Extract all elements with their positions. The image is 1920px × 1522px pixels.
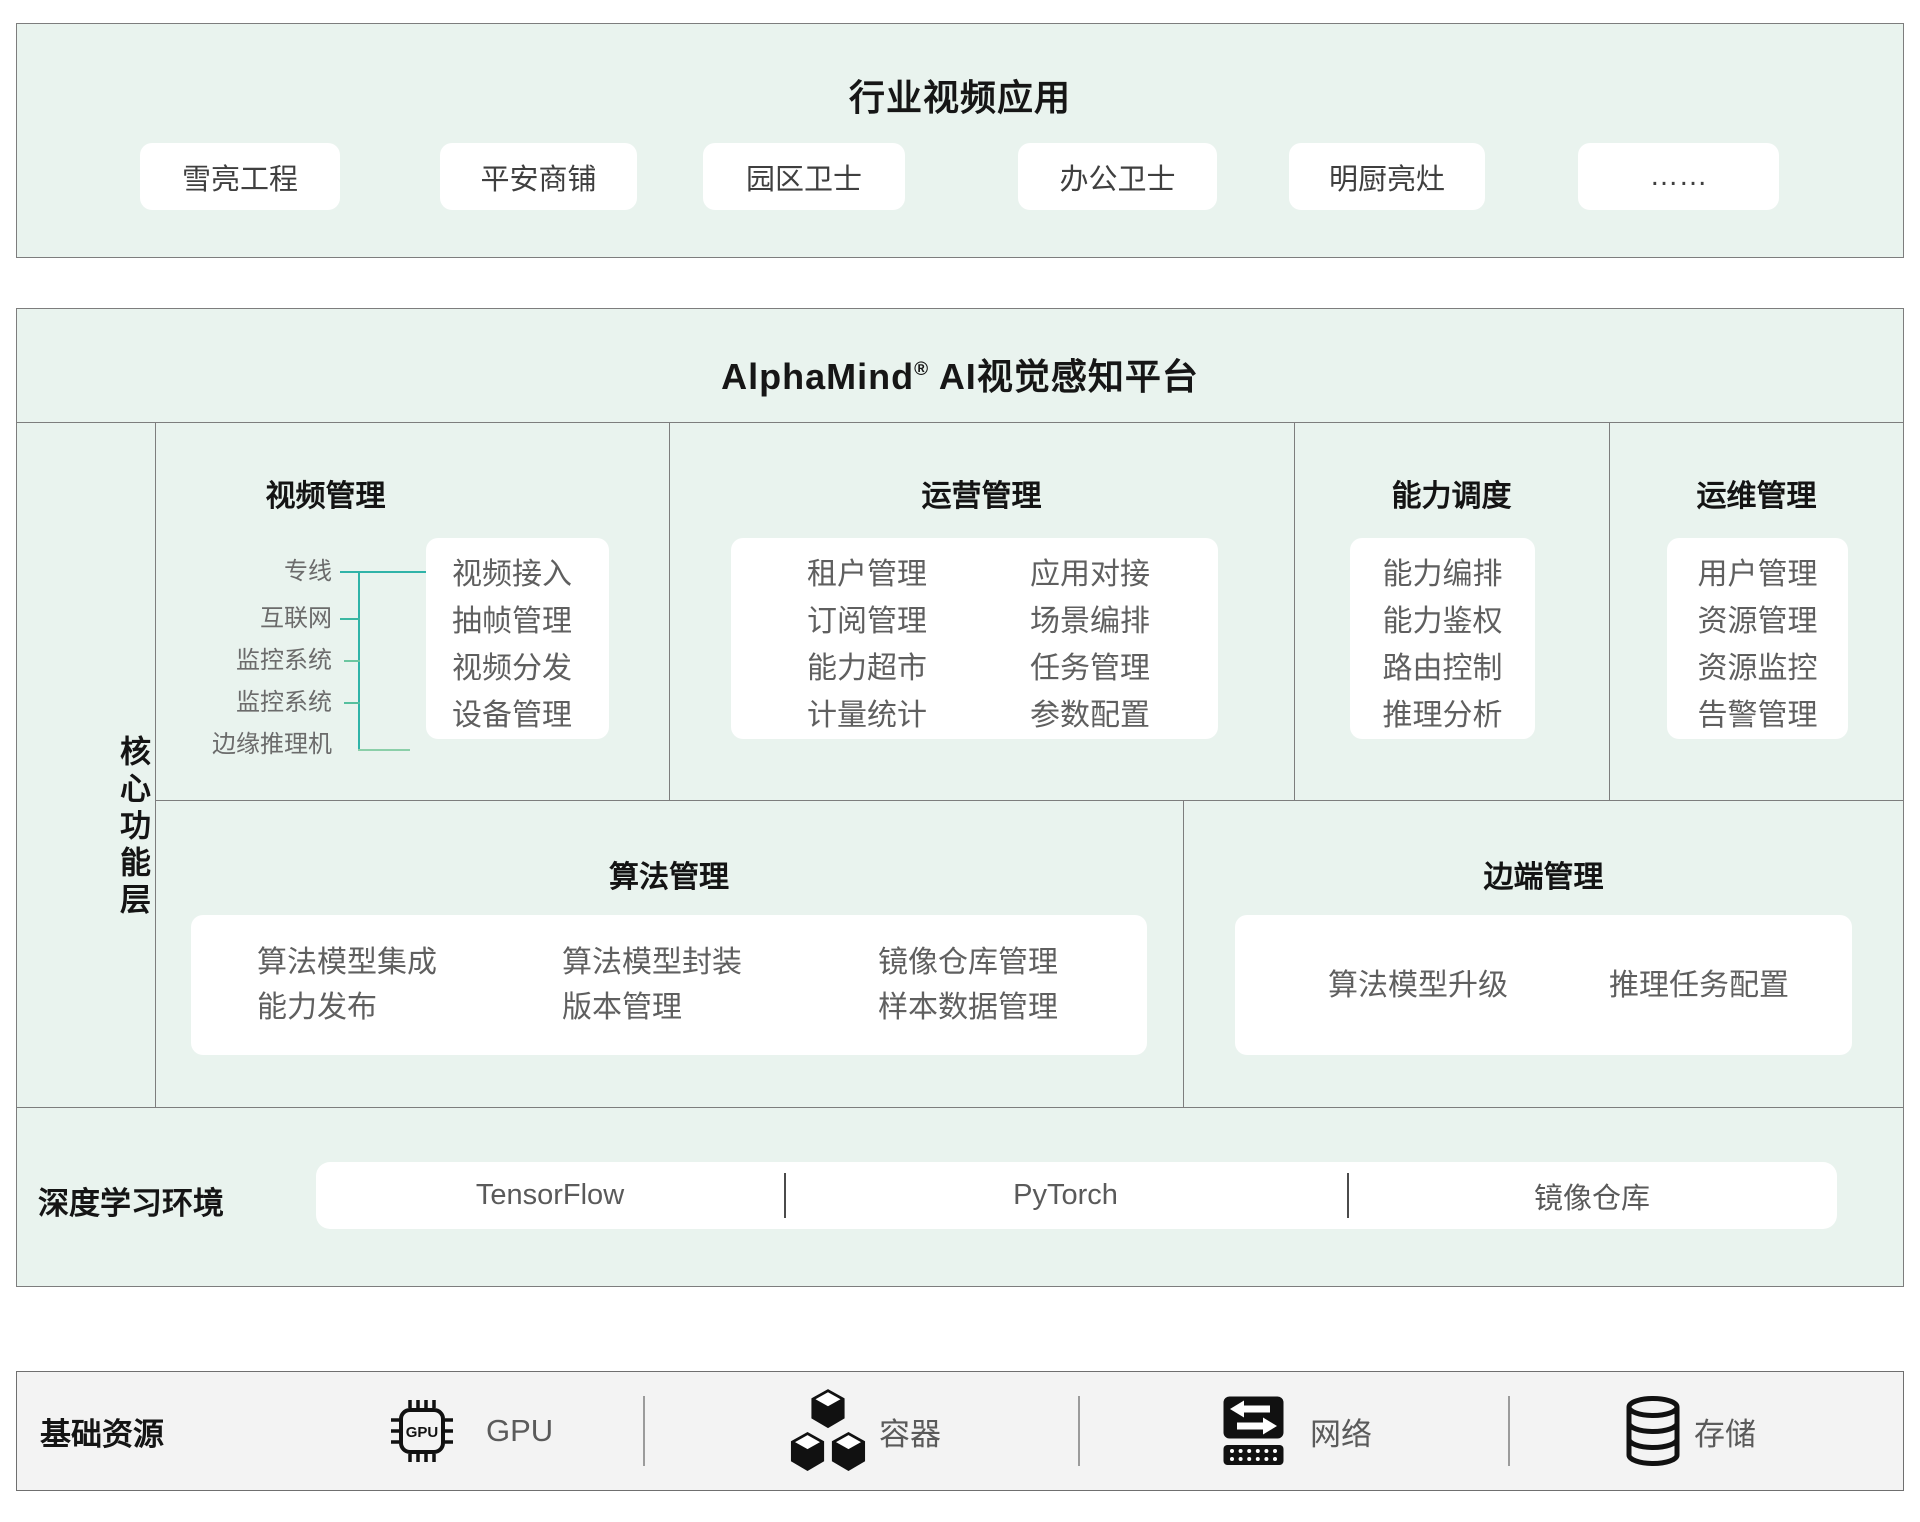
app-chip-bangong: 办公卫士 [1018,143,1217,210]
ops-item: 租户管理 [807,559,927,590]
infra-storage-group: 存储 [1624,1371,1756,1491]
algo-title: 算法管理 [155,858,1183,898]
grid-hline-title [16,422,1904,423]
infra-divider-2 [1078,1396,1080,1466]
dl-divider-2 [1347,1173,1349,1218]
grid-hline-row1 [155,800,1904,801]
infra-resource-label: 容器 [879,1409,941,1454]
sched-item: 路由控制 [1383,653,1503,684]
platform-section [16,308,1904,1287]
container-boxes-icon [789,1389,867,1473]
infra-resource-label: GPU [486,1413,553,1449]
infra-gpu-group: GPU GPU [390,1371,553,1491]
edge-item: 推理任务配置 [1609,970,1789,1001]
ops-item: 参数配置 [1030,700,1150,731]
ops-item: 订阅管理 [807,606,927,637]
grid-hline-row2 [16,1107,1904,1108]
om-title: 运维管理 [1609,477,1904,517]
platform-title: AlphaMind® AI视觉感知平台 [0,348,1920,400]
video-source-monitor1: 监控系统 [150,645,332,677]
gpu-chip-text: GPU [406,1424,439,1441]
infra-container-group: 容器 [789,1371,941,1491]
ops-mgmt-card: 租户管理 订阅管理 能力超市 计量统计 应用对接 场景编排 任务管理 参数配置 [731,538,1218,739]
om-item: 用户管理 [1698,559,1818,590]
grid-vline-sidecol [155,422,156,1107]
platform-name: AI视觉感知平台 [939,356,1199,397]
sched-item: 能力编排 [1383,559,1503,590]
video-mgmt-title: 视频管理 [155,477,496,517]
om-item: 告警管理 [1698,700,1818,731]
dl-divider-1 [784,1173,786,1218]
video-item: 抽帧管理 [452,606,609,637]
infra-divider-1 [643,1396,645,1466]
architecture-diagram: 行业视频应用 雪亮工程 平安商铺 园区卫士 办公卫士 明厨亮灶 …… Alpha… [0,0,1920,1522]
registered-mark: ® [914,359,929,380]
core-layer-label: 核心功能层 [16,422,155,1107]
app-chip-mingchu: 明厨亮灶 [1289,143,1485,210]
grid-vline-algo-edge [1183,800,1184,1107]
video-item: 设备管理 [452,700,609,731]
video-mgmt-card: 视频接入 抽帧管理 视频分发 设备管理 [426,538,609,739]
infra-resource-label: 网络 [1310,1409,1372,1454]
video-source-edge: 边缘推理机 [150,729,332,761]
app-chip-yuanqu: 园区卫士 [703,143,905,210]
app-chip-pingan: 平安商铺 [440,143,637,210]
connector-line-4 [344,702,360,704]
ops-item: 应用对接 [1030,559,1150,590]
platform-brand: AlphaMind [721,356,914,397]
app-chip-more: …… [1578,143,1779,210]
sched-item: 能力鉴权 [1383,606,1503,637]
connector-line-3 [344,660,360,662]
sched-item: 推理分析 [1383,700,1503,731]
video-item: 视频接入 [452,559,609,590]
infra-network-group: 网络 [1222,1371,1372,1491]
dl-env-bar: TensorFlow PyTorch 镜像仓库 [316,1162,1837,1229]
dl-framework-registry: 镜像仓库 [1347,1162,1837,1229]
om-card: 用户管理 资源管理 资源监控 告警管理 [1667,538,1848,739]
ops-item: 能力超市 [807,653,927,684]
dl-framework-tensorflow: TensorFlow [316,1162,784,1229]
video-item: 视频分发 [452,653,609,684]
algo-item: 算法模型封装 [562,947,742,978]
connector-line-2 [340,618,360,620]
algo-item: 算法模型集成 [257,947,437,978]
ops-item: 场景编排 [1030,606,1150,637]
storage-database-icon [1624,1395,1682,1467]
connector-line-5 [358,749,410,751]
algo-card: 算法模型集成 能力发布 算法模型封装 版本管理 镜像仓库管理 样本数据管理 [191,915,1147,1055]
algo-item: 镜像仓库管理 [878,947,1058,978]
dl-env-label: 深度学习环境 [38,1178,224,1223]
infra-title-group: 基础资源 [40,1371,164,1491]
algo-item: 版本管理 [562,992,742,1023]
algo-item: 能力发布 [257,992,437,1023]
edge-item: 算法模型升级 [1328,970,1508,1001]
infra-divider-3 [1508,1396,1510,1466]
edge-title: 边端管理 [1183,858,1904,898]
infrastructure-section [16,1371,1904,1491]
om-item: 资源监控 [1698,653,1818,684]
app-chip-xueliang: 雪亮工程 [140,143,340,210]
connector-line-1 [340,571,426,573]
om-item: 资源管理 [1698,606,1818,637]
sched-card: 能力编排 能力鉴权 路由控制 推理分析 [1350,538,1535,739]
ops-mgmt-title: 运营管理 [669,477,1294,517]
gpu-chip-icon: GPU [390,1396,454,1466]
video-source-internet: 互联网 [150,603,332,635]
video-source-line: 专线 [150,556,332,588]
ops-item: 计量统计 [807,700,927,731]
video-source-monitor2: 监控系统 [150,687,332,719]
algo-item: 样本数据管理 [878,992,1058,1023]
infra-resource-label: 存储 [1694,1409,1756,1454]
industry-apps-section: 行业视频应用 [16,23,1904,258]
industry-apps-title: 行业视频应用 [17,69,1903,121]
dl-framework-pytorch: PyTorch [784,1162,1347,1229]
edge-card: 算法模型升级 推理任务配置 [1235,915,1852,1055]
sched-title: 能力调度 [1294,477,1609,517]
infra-label: 基础资源 [40,1409,164,1454]
network-switch-icon [1222,1395,1285,1467]
ops-item: 任务管理 [1030,653,1150,684]
